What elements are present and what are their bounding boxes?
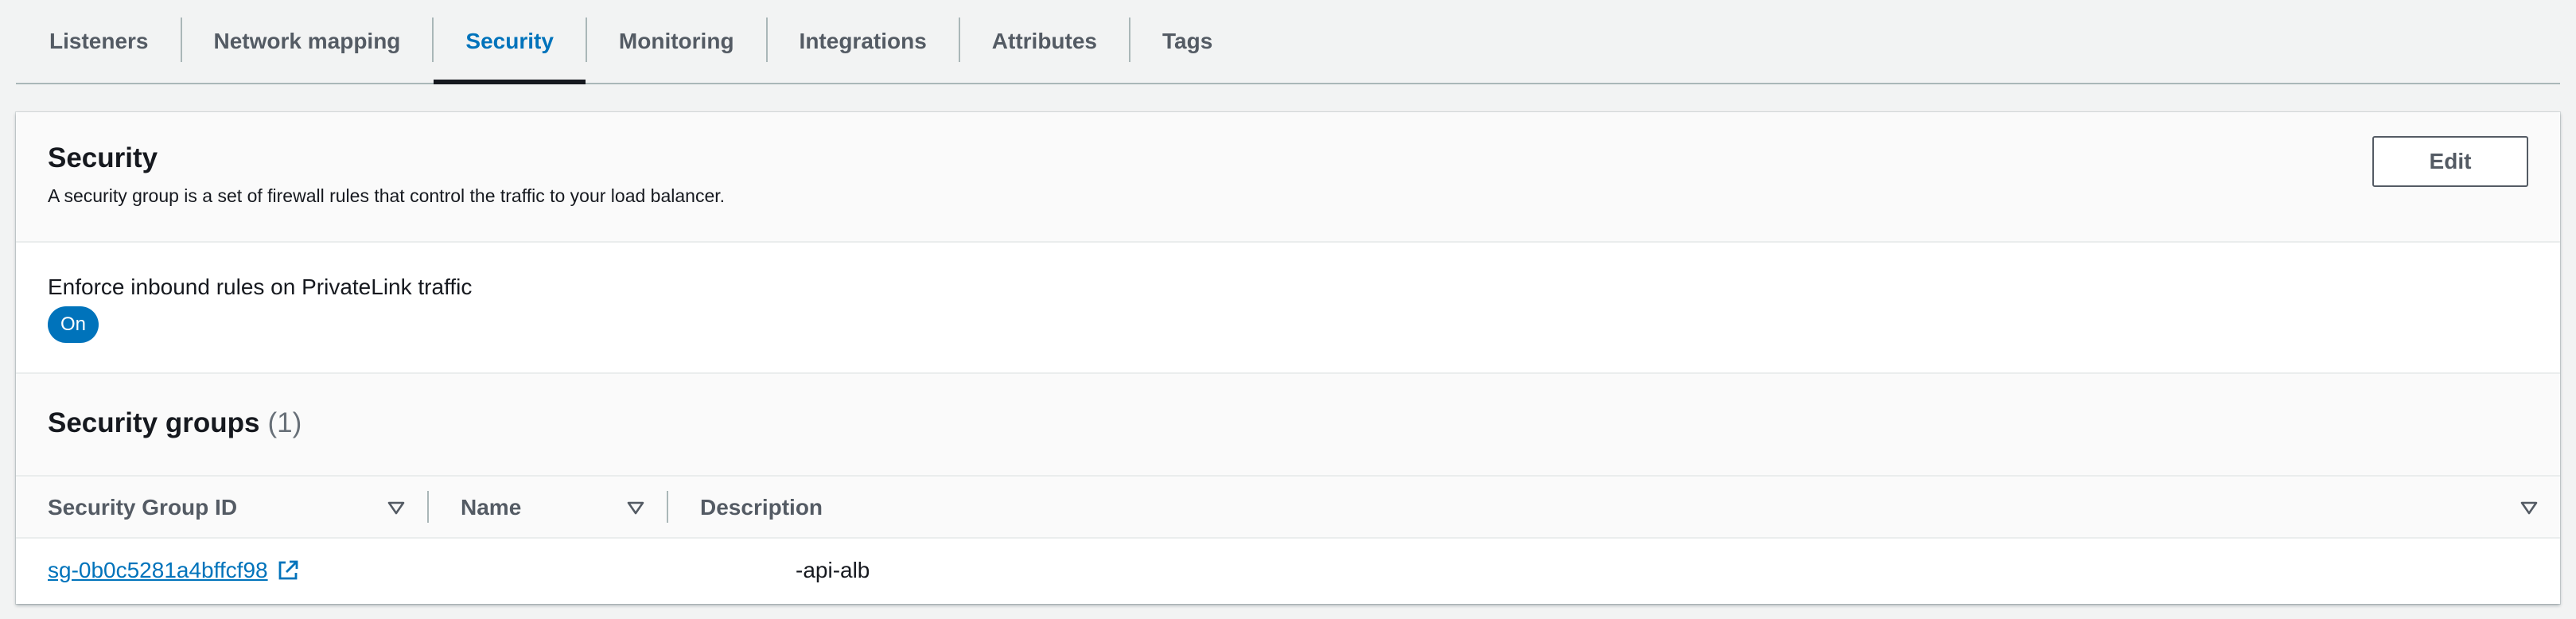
tab-network-mapping[interactable]: Network mapping: [182, 0, 433, 83]
tab-security[interactable]: Security: [434, 0, 586, 84]
security-groups-title: Security groups (1): [48, 407, 302, 439]
security-group-id[interactable]: sg-0b0c5281a4bffcf98: [48, 558, 268, 583]
enforce-inbound-section: Enforce inbound rules on PrivateLink tra…: [16, 243, 2560, 374]
column-header-security-group-id[interactable]: Security Group ID: [48, 477, 237, 539]
security-groups-title-text: Security groups: [48, 407, 260, 438]
security-groups-header: Security groups (1): [16, 374, 2560, 477]
tab-integrations[interactable]: Integrations: [768, 0, 959, 83]
sort-down-icon[interactable]: [625, 497, 646, 518]
external-link-icon[interactable]: [276, 559, 300, 582]
security-group-description: -api-alb: [796, 558, 870, 582]
column-header-name[interactable]: Name: [461, 477, 521, 539]
tab-tags[interactable]: Tags: [1130, 0, 1244, 83]
security-header: Security A security group is a set of fi…: [16, 112, 2560, 243]
table-row: sg-0b0c5281a4bffcf98 -api-alb: [16, 539, 2560, 604]
tab-monitoring[interactable]: Monitoring: [587, 0, 766, 83]
tab-attributes[interactable]: Attributes: [960, 0, 1129, 83]
column-divider[interactable]: [427, 491, 429, 523]
column-header-description[interactable]: Description: [700, 477, 823, 539]
edit-button[interactable]: Edit: [2372, 136, 2528, 187]
enforce-inbound-label: Enforce inbound rules on PrivateLink tra…: [48, 274, 473, 299]
table-header: Security Group ID Name Description: [16, 477, 2560, 539]
sort-down-icon[interactable]: [2519, 497, 2539, 518]
security-title: Security: [48, 142, 158, 173]
tab-listeners[interactable]: Listeners: [16, 0, 181, 83]
sort-down-icon[interactable]: [386, 497, 407, 518]
security-group-link[interactable]: sg-0b0c5281a4bffcf98: [48, 558, 300, 583]
column-divider[interactable]: [667, 491, 668, 523]
security-description: A security group is a set of firewall ru…: [48, 185, 726, 206]
security-groups-count: (1): [267, 407, 302, 438]
security-container: Security A security group is a set of fi…: [16, 112, 2560, 604]
tab-bar: Listeners Network mapping Security Monit…: [16, 0, 2560, 84]
enforce-status-badge: On: [48, 306, 99, 343]
